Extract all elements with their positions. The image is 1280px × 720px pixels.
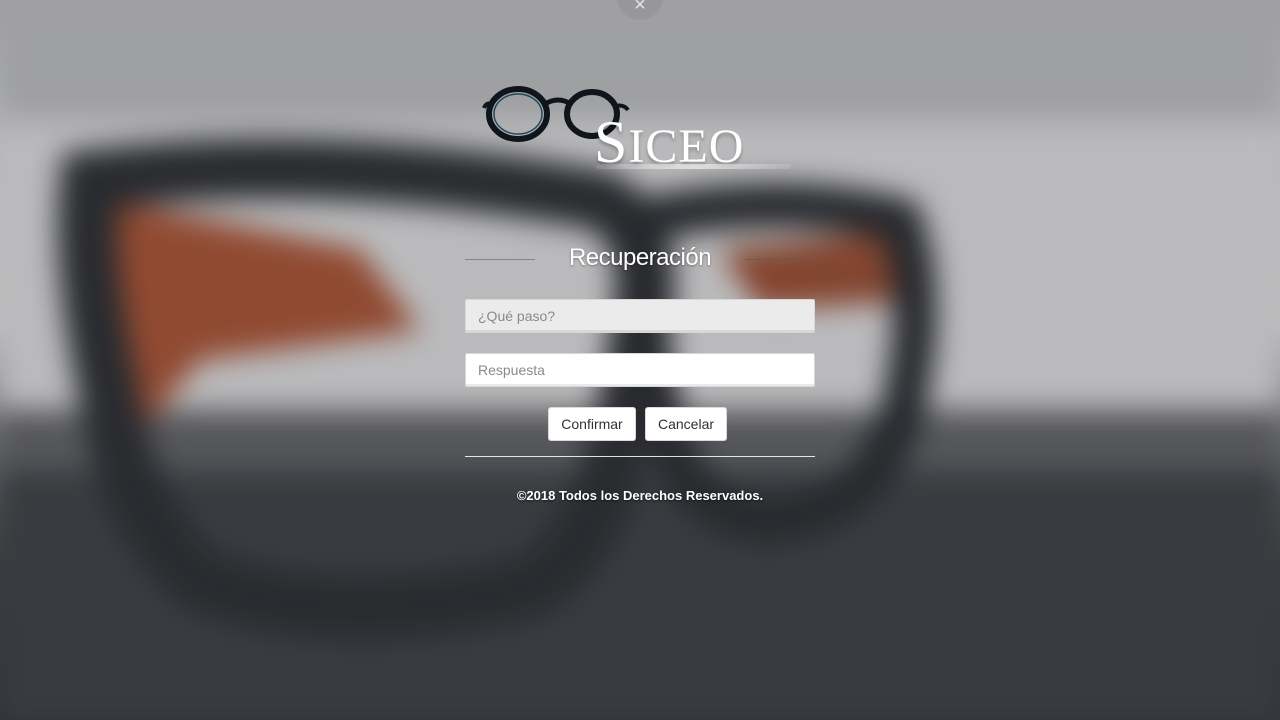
page-title: Recuperación <box>568 244 712 271</box>
copyright-text: ©2018 Todos los Derechos Reservados. <box>516 488 764 503</box>
logo-underline <box>596 164 791 169</box>
form-heading: Recuperación <box>465 244 815 276</box>
confirm-button[interactable]: Confirmar <box>548 407 636 441</box>
login-recovery-page: × SICEO Recuperación Confirmar Cancelar … <box>0 0 1280 720</box>
question-input[interactable] <box>465 299 815 333</box>
answer-input[interactable] <box>465 353 815 387</box>
cancel-button[interactable]: Cancelar <box>645 407 727 441</box>
form-divider <box>465 456 815 457</box>
close-icon: × <box>634 0 646 16</box>
